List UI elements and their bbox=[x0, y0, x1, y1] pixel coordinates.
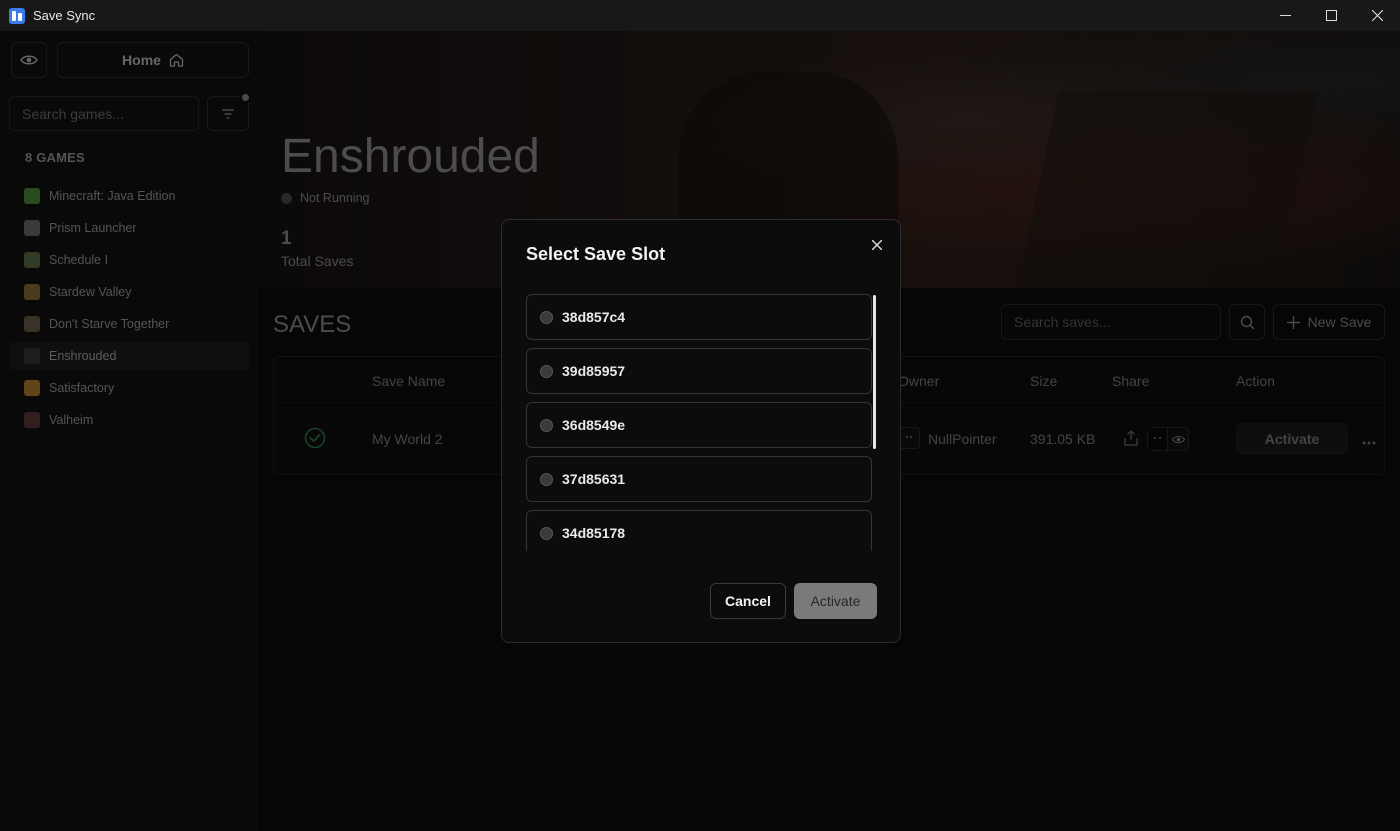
save-slot-list: 38d857c4 39d85957 36d8549e 37d85631 34d8… bbox=[526, 294, 878, 551]
activate-button[interactable]: Activate bbox=[794, 583, 877, 619]
radio-button[interactable] bbox=[540, 364, 553, 378]
dialog-title: Select Save Slot bbox=[526, 244, 666, 264]
minimize-button[interactable] bbox=[1262, 0, 1308, 31]
window-title: Save Sync bbox=[33, 8, 96, 23]
cancel-button[interactable]: Cancel bbox=[710, 583, 786, 619]
save-slot-label: 38d857c4 bbox=[562, 309, 626, 325]
save-slot-label: 34d85178 bbox=[562, 525, 626, 541]
radio-button[interactable] bbox=[540, 418, 553, 432]
save-slot-option[interactable]: 39d85957 bbox=[526, 348, 872, 394]
save-slot-option[interactable]: 37d85631 bbox=[526, 456, 872, 502]
save-slot-option[interactable]: 36d8549e bbox=[526, 402, 872, 448]
radio-button[interactable] bbox=[540, 310, 553, 324]
select-save-slot-dialog: Select Save Slot 38d857c4 39d85957 36d85… bbox=[501, 219, 901, 643]
close-icon bbox=[1371, 10, 1383, 21]
radio-button[interactable] bbox=[540, 526, 553, 540]
close-icon bbox=[872, 240, 882, 250]
save-slot-option[interactable]: 38d857c4 bbox=[526, 294, 872, 340]
dialog-close-button[interactable] bbox=[868, 236, 886, 254]
title-bar: Save Sync bbox=[0, 0, 1400, 31]
close-window-button[interactable] bbox=[1354, 0, 1400, 31]
window-controls bbox=[1262, 0, 1400, 31]
maximize-icon bbox=[1325, 10, 1337, 21]
minimize-icon bbox=[1279, 15, 1291, 16]
slot-list-scrollbar[interactable] bbox=[873, 295, 876, 449]
save-slot-label: 36d8549e bbox=[562, 417, 626, 433]
maximize-button[interactable] bbox=[1308, 0, 1354, 31]
app-logo-icon bbox=[9, 7, 25, 24]
radio-button[interactable] bbox=[540, 472, 553, 486]
save-slot-option[interactable]: 34d85178 bbox=[526, 510, 872, 551]
save-slot-label: 37d85631 bbox=[562, 471, 626, 487]
save-slot-label: 39d85957 bbox=[562, 363, 626, 379]
